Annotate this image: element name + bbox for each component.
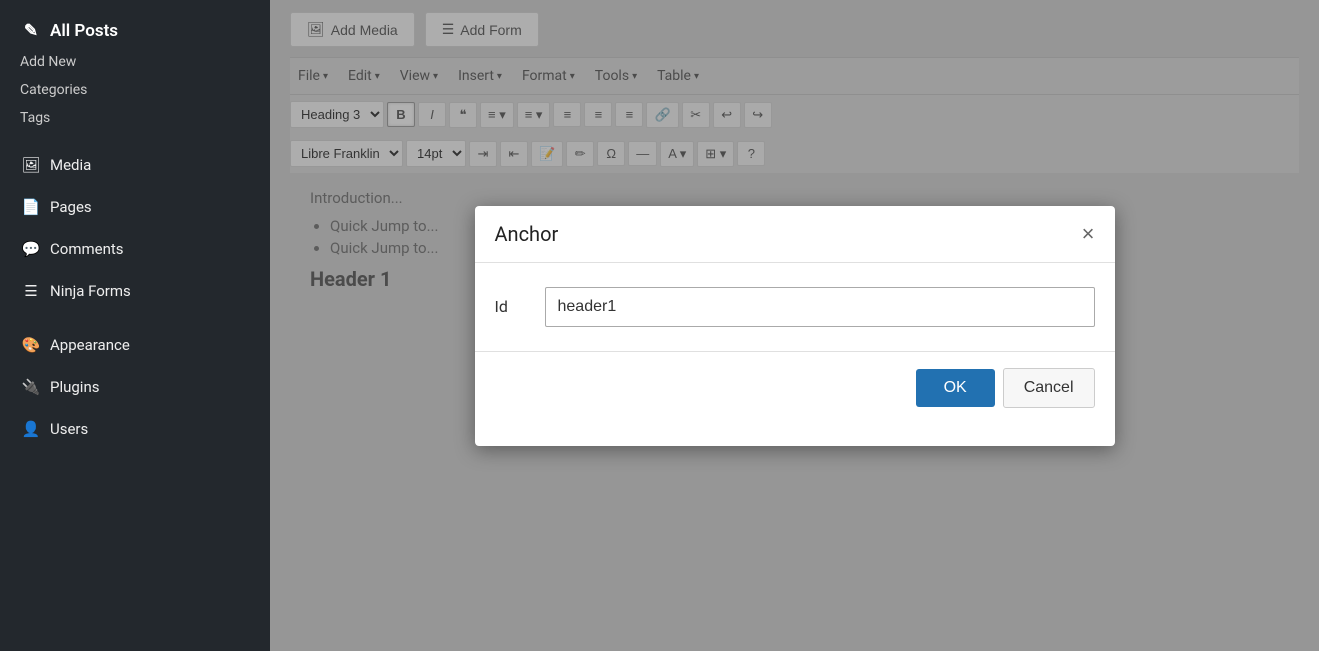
modal-footer: OK Cancel [475,351,1115,424]
appearance-icon: 🎨 [20,334,42,356]
sidebar-item-label: Pages [50,198,92,216]
sidebar-item-label: Comments [50,240,124,258]
editor-area: 🖼 Add Media ☰ Add Form File Edit View In… [270,0,1319,651]
forms-icon: ☰ [20,280,42,302]
sidebar-item-label: Plugins [50,378,99,396]
cancel-button[interactable]: Cancel [1003,368,1095,408]
sidebar-item-appearance[interactable]: 🎨 Appearance [0,324,270,366]
main-content: 🖼 Add Media ☰ Add Form File Edit View In… [270,0,1319,651]
sidebar-item-plugins[interactable]: 🔌 Plugins [0,366,270,408]
plugins-icon: 🔌 [20,376,42,398]
sidebar: ✎ All Posts Add New Categories Tags 🖼 Me… [0,0,270,651]
sidebar-item-label: Appearance [50,336,130,354]
sidebar-item-ninja-forms[interactable]: ☰ Ninja Forms [0,270,270,312]
modal-close-button[interactable]: × [1082,223,1095,245]
media-icon: 🖼 [20,154,42,176]
sidebar-item-label: Media [50,156,91,174]
sidebar-item-label: Tags [20,110,50,126]
pages-icon: 📄 [20,196,42,218]
ok-button[interactable]: OK [916,369,995,407]
modal-body: Id [475,263,1115,351]
id-input[interactable] [545,287,1095,327]
comments-icon: 💬 [20,238,42,260]
id-label: Id [495,297,525,316]
sidebar-item-add-new[interactable]: Add New [0,48,270,76]
sidebar-item-pages[interactable]: 📄 Pages [0,186,270,228]
sidebar-item-label: All Posts [50,21,118,41]
users-icon: 👤 [20,418,42,440]
sidebar-item-all-posts[interactable]: ✎ All Posts [0,10,270,48]
sidebar-item-tags[interactable]: Tags [0,104,270,132]
sidebar-item-media[interactable]: 🖼 Media [0,144,270,186]
modal-overlay: Anchor × Id OK Cancel [270,0,1319,651]
sidebar-item-categories[interactable]: Categories [0,76,270,104]
sidebar-item-label: Add New [20,54,76,70]
modal-title: Anchor [495,222,559,246]
sidebar-item-label: Ninja Forms [50,282,131,300]
sidebar-item-label: Categories [20,82,87,98]
sidebar-item-label: Users [50,420,88,438]
sidebar-item-users[interactable]: 👤 Users [0,408,270,450]
posts-icon: ✎ [20,20,42,42]
modal-header: Anchor × [475,206,1115,263]
modal-field-id: Id [495,287,1095,327]
anchor-modal: Anchor × Id OK Cancel [475,206,1115,446]
sidebar-item-comments[interactable]: 💬 Comments [0,228,270,270]
